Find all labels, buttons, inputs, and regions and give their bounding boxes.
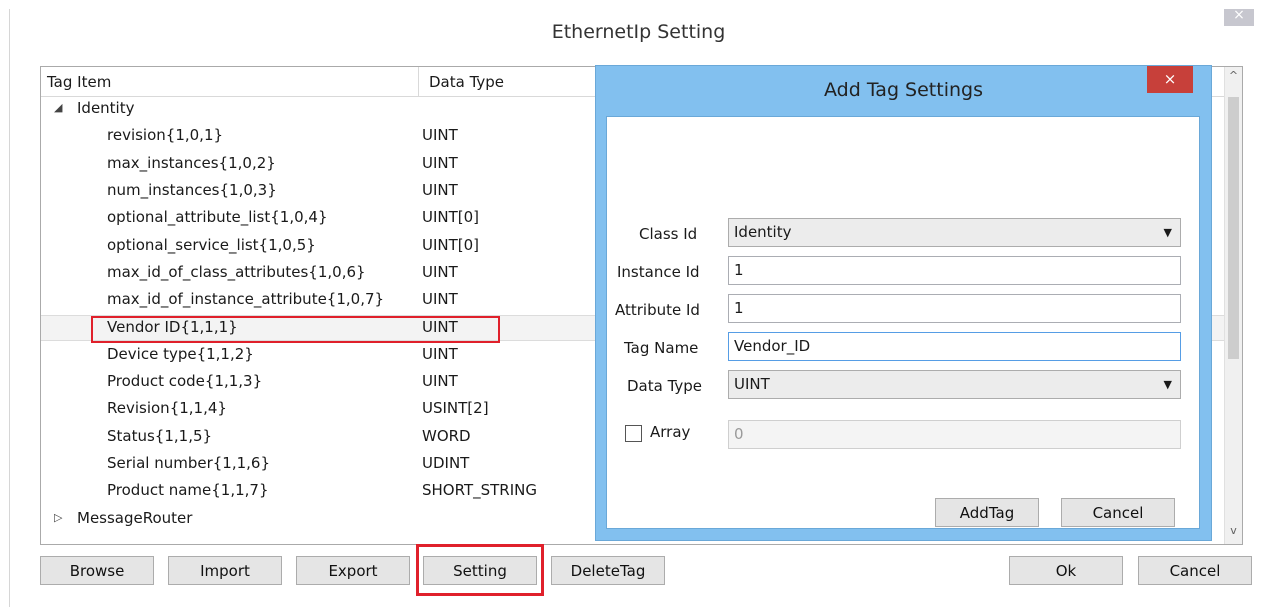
array-size-field: 0	[728, 420, 1181, 449]
tag-item-name: Revision{1,1,4}	[107, 399, 227, 418]
tag-item-name: Product name{1,1,7}	[107, 481, 269, 500]
tag-item-name: Status{1,1,5}	[107, 426, 213, 445]
tag-data-type: UINT	[422, 153, 458, 172]
highlight-selected-row	[91, 316, 500, 343]
tag-data-type: UDINT	[422, 453, 470, 472]
class-id-label: Class Id	[639, 225, 698, 243]
tag-item-name: Identity	[77, 99, 135, 117]
dialog-title: Add Tag Settings	[824, 79, 983, 101]
ok-button[interactable]: Ok	[1009, 556, 1123, 585]
tag-data-type: USINT[2]	[422, 399, 489, 418]
tag-item-name: MessageRouter	[77, 508, 193, 527]
tag-item-name: revision{1,0,1}	[107, 126, 224, 145]
tag-data-type: UINT	[422, 344, 458, 363]
collapsed-triangle-icon[interactable]: ▷	[54, 507, 62, 529]
vertical-scrollbar[interactable]: ^ v	[1224, 67, 1242, 544]
array-checkbox[interactable]	[625, 425, 642, 442]
dialog-cancel-button[interactable]: Cancel	[1061, 498, 1175, 527]
expanded-triangle-icon[interactable]: ◢	[54, 97, 62, 119]
tag-data-type: WORD	[422, 426, 471, 445]
tag-data-type: UINT	[422, 262, 458, 281]
scroll-down-icon[interactable]: v	[1225, 524, 1242, 544]
tag-item-name: Serial number{1,1,6}	[107, 453, 271, 472]
browse-button[interactable]: Browse	[40, 556, 154, 585]
add-tag-settings-dialog: Add Tag Settings × Class Id Identity ▼ I…	[595, 65, 1212, 541]
scroll-up-icon[interactable]: ^	[1225, 69, 1242, 89]
tag-data-type: UINT	[422, 290, 458, 309]
column-header-tag-item[interactable]: Tag Item	[47, 73, 111, 91]
tag-data-type: UINT[0]	[422, 208, 480, 227]
tag-item-name: max_instances{1,0,2}	[107, 153, 276, 172]
tag-item-name: Device type{1,1,2}	[107, 344, 254, 363]
chevron-down-icon: ▼	[1163, 378, 1172, 391]
import-button[interactable]: Import	[168, 556, 282, 585]
data-type-combo[interactable]: UINT ▼	[728, 370, 1181, 399]
cancel-button[interactable]: Cancel	[1138, 556, 1252, 585]
column-separator[interactable]	[418, 67, 419, 96]
add-tag-button[interactable]: AddTag	[935, 498, 1039, 527]
class-id-combo[interactable]: Identity ▼	[728, 218, 1181, 247]
attribute-id-field[interactable]: 1	[728, 294, 1181, 323]
tag-item-name: num_instances{1,0,3}	[107, 180, 277, 199]
tag-data-type: UINT	[422, 126, 458, 145]
tag-item-name: max_id_of_class_attributes{1,0,6}	[107, 262, 366, 281]
tag-data-type: SHORT_STRING	[422, 481, 537, 500]
array-label: Array	[650, 423, 691, 441]
class-id-value: Identity	[734, 223, 792, 241]
instance-id-label: Instance Id	[617, 263, 700, 281]
data-type-value: UINT	[734, 375, 770, 393]
dialog-body: Class Id Identity ▼ Instance Id 1 Attrib…	[606, 116, 1200, 529]
tag-name-label: Tag Name	[624, 339, 699, 357]
window-title: EthernetIp Setting	[551, 21, 726, 43]
tag-name-field[interactable]: Vendor_ID	[728, 332, 1181, 361]
highlight-setting-button	[416, 544, 544, 596]
tag-item-name: max_id_of_instance_attribute{1,0,7}	[107, 290, 385, 309]
tag-data-type: UINT	[422, 372, 458, 390]
chevron-down-icon: ▼	[1163, 226, 1172, 239]
tag-data-type: UINT[0]	[422, 235, 480, 254]
tag-data-type: UINT	[422, 180, 458, 199]
export-button[interactable]: Export	[296, 556, 410, 585]
instance-id-field[interactable]: 1	[728, 256, 1181, 285]
tag-item-name: optional_service_list{1,0,5}	[107, 235, 316, 254]
tag-item-name: Product code{1,1,3}	[107, 372, 263, 390]
attribute-id-label: Attribute Id	[615, 301, 700, 319]
delete-tag-button[interactable]: DeleteTag	[551, 556, 665, 585]
scroll-thumb[interactable]	[1228, 97, 1239, 359]
dialog-close-button[interactable]: ×	[1147, 66, 1193, 93]
tag-item-name: optional_attribute_list{1,0,4}	[107, 208, 328, 227]
column-header-data-type[interactable]: Data Type	[429, 73, 504, 91]
data-type-label: Data Type	[627, 377, 703, 395]
